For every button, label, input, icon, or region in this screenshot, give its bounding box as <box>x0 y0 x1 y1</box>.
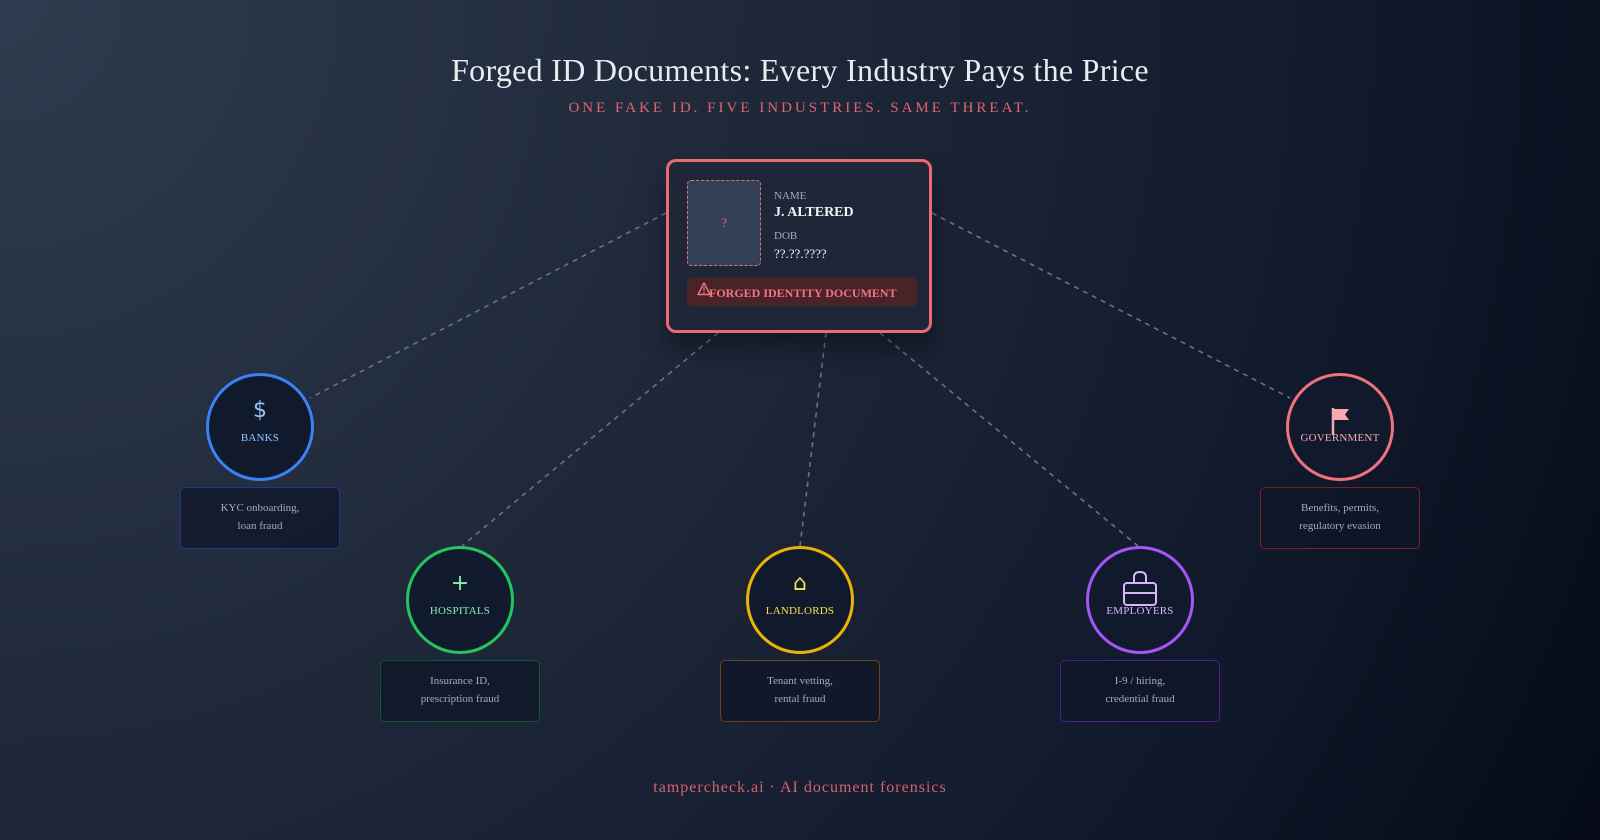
forged-banner-text: FORGED IDENTITY DOCUMENT <box>709 286 897 300</box>
desc-line: rental fraud <box>774 693 826 705</box>
briefcase-icon <box>1123 570 1157 606</box>
id-photo-placeholder: ? <box>687 180 761 266</box>
industry-node-hospitals: + HOSPITALS <box>406 546 514 654</box>
industry-node-banks: $ BANKS <box>206 373 314 481</box>
desc-line: Benefits, permits, <box>1301 502 1379 514</box>
name-label: NAME <box>774 190 807 202</box>
industry-label-landlords: LANDLORDS <box>765 605 835 617</box>
industry-desc-government: Benefits, permits, regulatory evasion <box>1260 487 1420 549</box>
industry-label-government: GOVERNMENT <box>1300 432 1380 444</box>
name-value: J. ALTERED <box>774 205 854 220</box>
industry-node-government: GOVERNMENT <box>1286 373 1394 481</box>
connector-banks <box>309 212 667 399</box>
house-icon: ⌂ <box>793 571 807 596</box>
industry-node-employers: EMPLOYERS <box>1086 546 1194 654</box>
dob-value: ??.??.???? <box>774 246 827 261</box>
industry-label-employers: EMPLOYERS <box>1106 605 1174 617</box>
forged-banner: FORGED IDENTITY DOCUMENT <box>687 278 917 306</box>
industry-desc-employers: I-9 / hiring, credential fraud <box>1060 660 1220 722</box>
industry-label-hospitals: HOSPITALS <box>429 605 491 617</box>
footer-credit: tampercheck.ai · AI document forensics <box>653 779 947 796</box>
industry-desc-hospitals: Insurance ID, prescription fraud <box>380 660 540 722</box>
industry-node-landlords: ⌂ LANDLORDS <box>746 546 854 654</box>
desc-line: credential fraud <box>1105 693 1175 705</box>
industry-desc-banks: KYC onboarding, loan fraud <box>180 487 340 549</box>
connector-hospitals <box>461 332 719 547</box>
industry-desc-landlords: Tenant vetting, rental fraud <box>720 660 880 722</box>
plus-icon: + <box>450 571 470 596</box>
desc-line: prescription fraud <box>420 693 500 705</box>
dob-label: DOB <box>774 230 798 242</box>
desc-line: KYC onboarding, <box>220 502 300 514</box>
forged-id-card: ? NAME J. ALTERED DOB ??.??.???? FORGED … <box>666 159 932 333</box>
connector-government <box>931 212 1291 399</box>
dollar-icon: $ <box>253 398 267 423</box>
desc-line: I-9 / hiring, <box>1114 675 1166 687</box>
connector-employers <box>879 332 1139 547</box>
connector-landlords <box>799 332 827 547</box>
desc-line: Tenant vetting, <box>767 675 833 687</box>
desc-line: regulatory evasion <box>1299 520 1381 532</box>
desc-line: loan fraud <box>237 520 283 532</box>
desc-line: Insurance ID, <box>430 675 490 687</box>
industry-label-banks: BANKS <box>240 432 280 444</box>
